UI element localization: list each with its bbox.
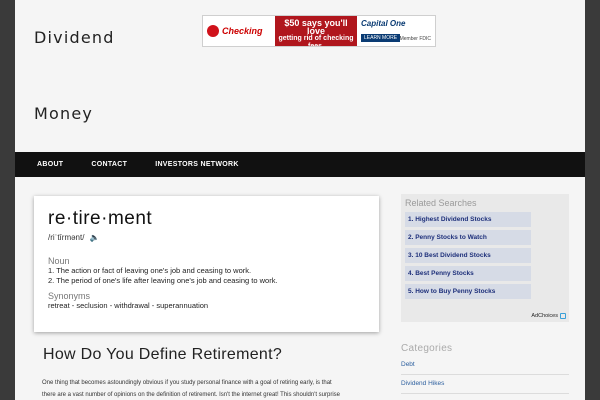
definition-1: 1. The action or fact of leaving one's j…: [48, 266, 252, 275]
related-searches-box: Related Searches 1. Highest Dividend Sto…: [401, 194, 569, 322]
related-search-item[interactable]: 2. Penny Stocks to Watch: [405, 230, 531, 245]
ad-headline[interactable]: $50 says you'll love getting rid of chec…: [275, 16, 357, 46]
post-body-line2: there are a vast number of opinions on t…: [42, 392, 341, 398]
ad-brand-area[interactable]: Checking: [203, 16, 275, 46]
category-link-debt[interactable]: Debt: [401, 356, 569, 375]
speaker-icon[interactable]: 🔈: [90, 233, 100, 242]
ad-banner[interactable]: Checking $50 says you'll love getting ri…: [202, 15, 436, 47]
adchoices-label: AdChoices: [531, 313, 558, 319]
site-title-line2[interactable]: Money: [34, 104, 93, 124]
post-title[interactable]: How Do You Define Retirement?: [43, 346, 379, 364]
related-search-item[interactable]: 3. 10 Best Dividend Stocks: [405, 248, 531, 263]
page-frame: Dividend Money Checking $50 says you'll …: [15, 0, 585, 400]
post-body-line1: One thing that becomes astoundingly obvi…: [42, 380, 332, 386]
ad-brand: Checking: [222, 26, 263, 36]
post-body: One thing that becomes astoundingly obvi…: [42, 377, 378, 400]
related-searches-heading: Related Searches: [405, 198, 477, 208]
nav-investors-network[interactable]: INVESTORS NETWORK: [155, 161, 239, 168]
nav-about[interactable]: ABOUT: [37, 161, 63, 168]
dictionary-pronunciation: /riˈtīrmənt/ 🔈: [48, 233, 365, 242]
dictionary-card: re·tire·ment /riˈtīrmənt/ 🔈 Noun 1. The …: [34, 196, 379, 332]
bank-logo-icon: [207, 25, 219, 37]
ad-learn-more-button[interactable]: LEARN MORE: [361, 34, 401, 42]
pronunciation-text: /riˈtīrmənt/: [48, 233, 85, 242]
ad-logo: Capital One: [361, 19, 406, 28]
ad-logo-area[interactable]: Capital One LEARN MORE Member FDIC: [357, 16, 435, 46]
related-search-item[interactable]: 4. Best Penny Stocks: [405, 266, 531, 281]
categories-list: Debt Dividend Hikes: [401, 356, 569, 394]
dictionary-word: re·tire·ment: [48, 208, 153, 229]
related-search-item[interactable]: 5. How to Buy Penny Stocks: [405, 284, 531, 299]
main-content: re·tire·ment /riˈtīrmənt/ 🔈 Noun 1. The …: [34, 196, 379, 400]
related-search-item[interactable]: 1. Highest Dividend Stocks: [405, 212, 531, 227]
site-title-line1[interactable]: Dividend: [34, 28, 115, 48]
synonyms-heading: Synonyms: [48, 291, 91, 301]
ad-headline-rest: getting rid of checking fees.: [278, 35, 354, 47]
adchoices-link[interactable]: AdChoices: [531, 313, 566, 319]
dictionary-part-of-speech: Noun: [48, 256, 70, 266]
categories-heading: Categories: [401, 343, 453, 354]
synonyms-list: retreat - seclusion - withdrawal - super…: [48, 301, 209, 310]
adchoices-icon: [560, 313, 566, 319]
ad-fdic: Member FDIC: [399, 36, 431, 42]
definition-2: 2. The period of one's life after leavin…: [48, 276, 278, 285]
ad-headline-big: $50 says you'll love: [284, 18, 348, 36]
sidebar: Related Searches 1. Highest Dividend Sto…: [401, 194, 569, 394]
nav-contact[interactable]: CONTACT: [91, 161, 127, 168]
category-link-dividend-hikes[interactable]: Dividend Hikes: [401, 375, 569, 394]
main-nav: ABOUT CONTACT INVESTORS NETWORK: [15, 152, 585, 177]
